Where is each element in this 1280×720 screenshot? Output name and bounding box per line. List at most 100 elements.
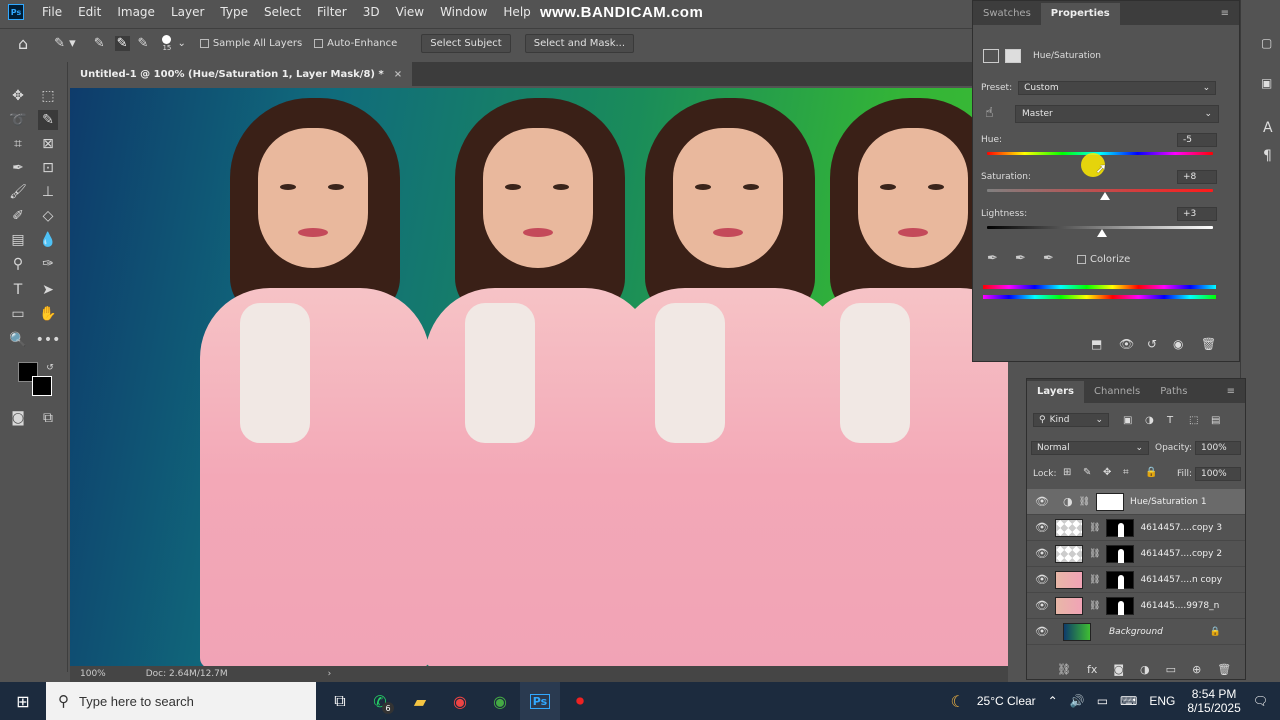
history-panel-icon[interactable]: ▣ bbox=[1261, 76, 1272, 90]
character-panel-icon[interactable]: A bbox=[1263, 120, 1273, 136]
quick-selection-tool-icon[interactable]: ✎ bbox=[38, 110, 58, 130]
menu-help[interactable]: Help bbox=[495, 0, 538, 24]
bandicam-record-icon[interactable]: ⏺ bbox=[560, 682, 600, 720]
task-view-icon[interactable]: ⧉ bbox=[320, 682, 360, 720]
sample-all-layers-toggle[interactable]: Sample All Layers bbox=[199, 38, 302, 49]
lightness-slider-thumb[interactable] bbox=[1097, 229, 1108, 237]
eyedropper-minus-icon[interactable]: ✒ bbox=[1043, 251, 1054, 266]
blend-mode-dropdown[interactable]: Normal ⌄ bbox=[1031, 441, 1149, 455]
tab-properties[interactable]: Properties bbox=[1040, 3, 1120, 25]
zoom-tool-icon[interactable]: 🔍 bbox=[8, 330, 28, 350]
menu-window[interactable]: Window bbox=[432, 0, 495, 24]
marquee-tool-icon[interactable]: ⬚ bbox=[38, 86, 58, 106]
frame-tool-icon[interactable]: ⊠ bbox=[38, 134, 58, 154]
chrome-profile-icon[interactable]: ◉ bbox=[480, 682, 520, 720]
battery-icon[interactable]: ▭ bbox=[1097, 694, 1108, 708]
add-selection-icon[interactable]: ✎ bbox=[114, 36, 130, 51]
type-tool-icon[interactable]: T bbox=[8, 280, 28, 300]
colorize-toggle[interactable]: Colorize bbox=[1077, 254, 1130, 265]
eyedropper-icon[interactable]: ✒ bbox=[987, 251, 998, 266]
lasso-tool-icon[interactable]: ➰ bbox=[8, 110, 28, 130]
lock-image-icon[interactable]: ✎ bbox=[1083, 467, 1091, 478]
menu-layer[interactable]: Layer bbox=[163, 0, 212, 24]
layer-row-hue-saturation[interactable]: 👁 ◑ ⛓ Hue/Saturation 1 bbox=[1027, 489, 1245, 515]
new-layer-icon[interactable]: ⊕ bbox=[1192, 663, 1201, 676]
eraser-tool-icon[interactable]: ◇ bbox=[38, 206, 58, 226]
layer-row-copy-2[interactable]: 👁 ⛓ 4614457....copy 2 bbox=[1027, 541, 1245, 567]
filter-kind-dropdown[interactable]: ⚲ Kind ⌄ bbox=[1033, 413, 1109, 427]
chain-link-icon[interactable]: ⛓ bbox=[1089, 523, 1100, 533]
paragraph-panel-icon[interactable]: ¶ bbox=[1263, 148, 1272, 164]
panel-menu-icon[interactable]: ≡ bbox=[1211, 3, 1239, 25]
layer-row-original[interactable]: 👁 ⛓ 461445....9978_n bbox=[1027, 593, 1245, 619]
new-group-icon[interactable]: ▭ bbox=[1166, 663, 1176, 676]
filter-pixel-icon[interactable]: ▣ bbox=[1123, 415, 1132, 426]
eye-icon[interactable]: 👁 bbox=[1035, 625, 1049, 638]
menu-filter[interactable]: Filter bbox=[309, 0, 355, 24]
photoshop-logo-icon[interactable]: Ps bbox=[8, 4, 24, 20]
panel-menu-icon[interactable]: ≡ bbox=[1217, 381, 1245, 403]
tab-paths[interactable]: Paths bbox=[1150, 381, 1197, 403]
screen-mode-icon[interactable]: ⧉ bbox=[38, 408, 58, 428]
lock-transparent-icon[interactable]: ⊞ bbox=[1063, 467, 1071, 478]
select-subject-button[interactable]: Select Subject bbox=[421, 34, 511, 53]
fx-icon[interactable]: fx bbox=[1087, 663, 1097, 676]
dodge-tool-icon[interactable]: ⚲ bbox=[8, 254, 28, 274]
layer-mask-thumbnail[interactable] bbox=[1106, 596, 1135, 615]
tab-swatches[interactable]: Swatches bbox=[973, 3, 1041, 25]
menu-select[interactable]: Select bbox=[256, 0, 309, 24]
saturation-value-input[interactable]: +8 bbox=[1177, 170, 1217, 184]
clock[interactable]: 8:54 PM 8/15/2025 bbox=[1187, 687, 1240, 715]
filter-shape-icon[interactable]: ⬚ bbox=[1189, 415, 1198, 426]
taskbar-search-box[interactable]: ⚲ Type here to search bbox=[46, 682, 316, 720]
auto-enhance-toggle[interactable]: Auto-Enhance bbox=[314, 38, 397, 49]
layer-mask-thumbnail[interactable] bbox=[1106, 544, 1135, 563]
lock-all-icon[interactable]: 🔒 bbox=[1145, 467, 1157, 478]
background-color-swatch[interactable] bbox=[32, 376, 52, 396]
chain-link-icon[interactable]: ⛓ bbox=[1089, 575, 1100, 585]
hand-tool-icon[interactable]: ✋ bbox=[38, 304, 58, 324]
volume-icon[interactable]: 🔊 bbox=[1070, 694, 1085, 708]
history-brush-icon[interactable]: ✐ bbox=[8, 206, 28, 226]
whatsapp-icon[interactable]: ✆ 6 bbox=[360, 682, 400, 720]
zoom-level[interactable]: 100% bbox=[80, 669, 106, 679]
language-indicator[interactable]: ENG bbox=[1149, 694, 1175, 708]
eye-icon[interactable]: 👁 bbox=[1035, 573, 1049, 586]
new-selection-icon[interactable]: ✎ bbox=[94, 36, 105, 51]
layer-mask-thumbnail[interactable] bbox=[1106, 518, 1135, 537]
eye-icon[interactable]: 👁 bbox=[1035, 521, 1049, 534]
subtract-selection-icon[interactable]: ✎ bbox=[138, 36, 149, 51]
stamp-tool-icon[interactable]: ⊥ bbox=[38, 182, 58, 202]
saturation-slider-thumb[interactable] bbox=[1099, 192, 1110, 200]
file-explorer-icon[interactable]: ▰ bbox=[400, 682, 440, 720]
layer-mask-thumbnail[interactable] bbox=[1106, 570, 1135, 589]
hue-value-input[interactable]: -5 bbox=[1177, 133, 1217, 147]
fill-input[interactable]: 100% bbox=[1195, 467, 1241, 481]
link-layers-icon[interactable]: ⛓ bbox=[1057, 663, 1071, 676]
quick-mask-icon[interactable]: ◙ bbox=[8, 408, 28, 428]
lock-artboard-icon[interactable]: ⌗ bbox=[1123, 467, 1129, 478]
chevron-down-icon[interactable]: ⌄ bbox=[177, 38, 185, 49]
select-and-mask-button[interactable]: Select and Mask... bbox=[524, 34, 635, 53]
eye-icon[interactable]: 👁 bbox=[1035, 495, 1049, 508]
trash-icon[interactable]: 🗑 bbox=[1217, 663, 1231, 676]
visibility-icon[interactable]: ◉ bbox=[1173, 337, 1183, 351]
layer-row-background[interactable]: 👁 Background 🔒 bbox=[1027, 619, 1245, 645]
new-adjustment-icon[interactable]: ◑ bbox=[1140, 663, 1150, 676]
reset-icon[interactable]: ↺ bbox=[1147, 337, 1157, 351]
path-selection-icon[interactable]: ➤ bbox=[38, 280, 58, 300]
expand-panels-icon[interactable]: ▢ bbox=[1261, 36, 1272, 50]
crop-tool-icon[interactable]: ⌗ bbox=[8, 134, 28, 154]
layer-mask-thumbnail[interactable] bbox=[1096, 492, 1125, 511]
clip-to-layer-icon[interactable]: ⬒ bbox=[1091, 337, 1102, 351]
weather-text[interactable]: 25°C Clear bbox=[977, 694, 1036, 708]
adjustment-layer-icon[interactable] bbox=[983, 49, 999, 63]
eyedropper-plus-icon[interactable]: ✒ bbox=[1015, 251, 1026, 266]
keyboard-icon[interactable]: ⌨ bbox=[1120, 694, 1137, 708]
layer-row-copy[interactable]: 👁 ⛓ 4614457....n copy bbox=[1027, 567, 1245, 593]
filter-smart-object-icon[interactable]: ▤ bbox=[1211, 415, 1220, 426]
chain-link-icon[interactable]: ⛓ bbox=[1079, 497, 1090, 507]
menu-view[interactable]: View bbox=[388, 0, 432, 24]
close-icon[interactable]: × bbox=[394, 69, 402, 80]
document-tab[interactable]: Untitled-1 @ 100% (Hue/Saturation 1, Lay… bbox=[70, 62, 413, 86]
